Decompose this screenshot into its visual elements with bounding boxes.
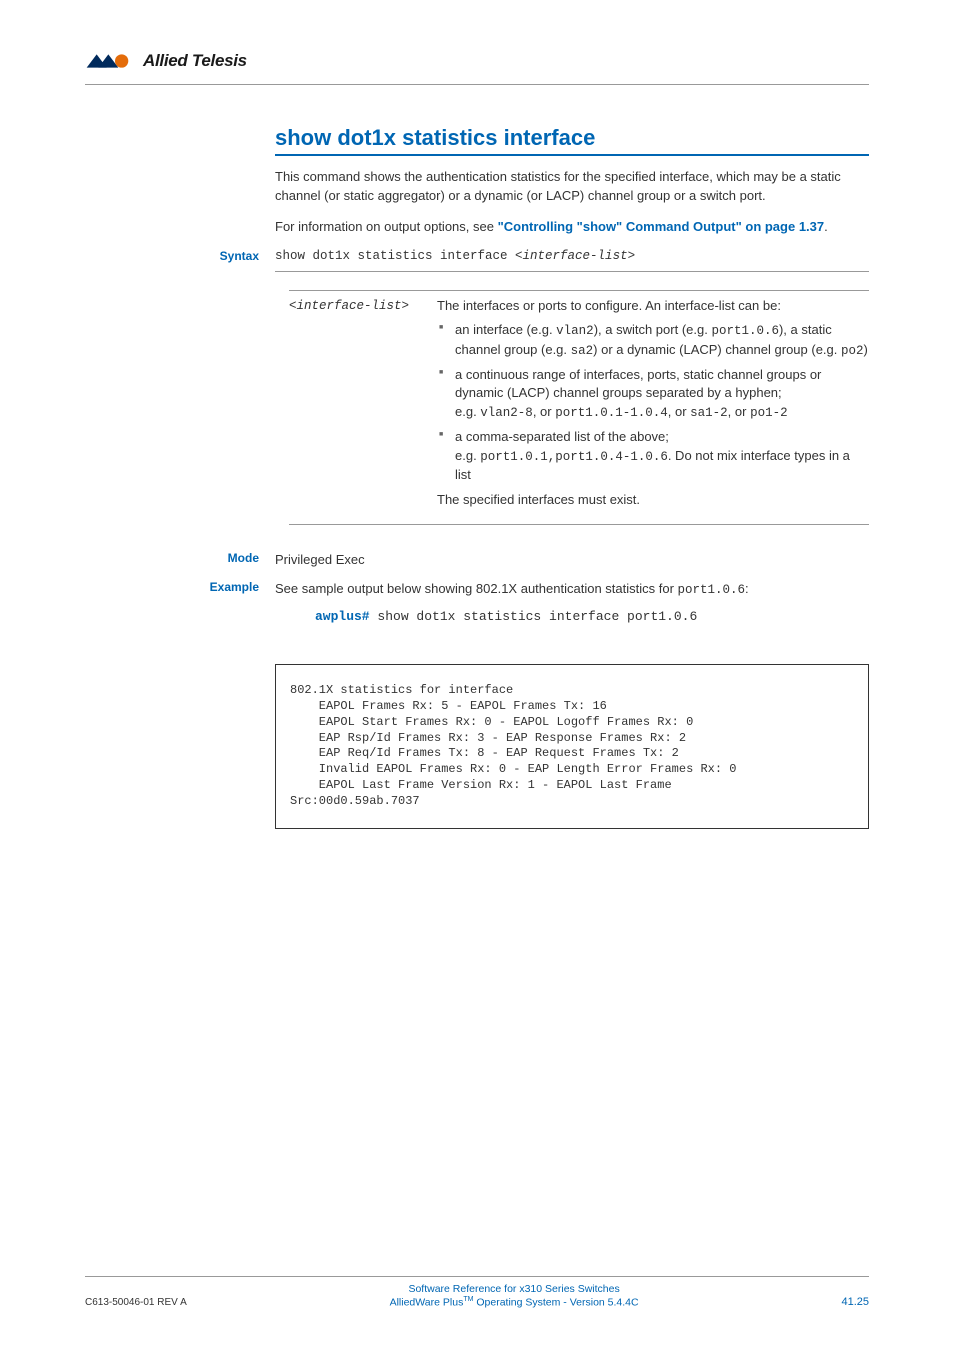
page-header: Allied Telesis bbox=[85, 50, 869, 85]
page-footer: C613-50046-01 REV A Software Reference f… bbox=[85, 1276, 869, 1309]
param-top-rule bbox=[289, 290, 869, 291]
footer-doc-id: C613-50046-01 REV A bbox=[85, 1297, 187, 1308]
syntax-command-arg: <interface-list> bbox=[515, 249, 635, 263]
parameter-table: <interface-list> The interfaces or ports… bbox=[289, 290, 869, 526]
footer-center: Software Reference for x310 Series Switc… bbox=[187, 1283, 842, 1309]
syntax-command-text: show dot1x statistics interface bbox=[275, 249, 515, 263]
example-row: Example See sample output below showing … bbox=[275, 580, 869, 624]
mode-value: Privileged Exec bbox=[275, 551, 869, 570]
output-box: 802.1X statistics for interface EAPOL Fr… bbox=[275, 664, 869, 829]
footer-subtitle: AlliedWare PlusTM Operating System - Ver… bbox=[187, 1296, 842, 1309]
brand-name: Allied Telesis bbox=[143, 51, 247, 71]
intro-paragraph: This command shows the authentication st… bbox=[275, 168, 869, 206]
main-content: show dot1x statistics interface This com… bbox=[275, 125, 869, 829]
param-bullet-3: a comma-separated list of the above; e.g… bbox=[437, 428, 869, 485]
example-command: show dot1x statistics interface port1.0.… bbox=[370, 609, 698, 624]
param-bullet-2: a continuous range of interfaces, ports,… bbox=[437, 366, 869, 423]
param-desc-outro: The specified interfaces must exist. bbox=[437, 491, 869, 510]
info-lead: For information on output options, see bbox=[275, 219, 498, 234]
footer-title: Software Reference for x310 Series Switc… bbox=[187, 1283, 842, 1295]
example-prompt: awplus# bbox=[315, 609, 370, 624]
syntax-command: show dot1x statistics interface <interfa… bbox=[275, 249, 869, 263]
param-bullet-list: an interface (e.g. vlan2), a switch port… bbox=[437, 321, 869, 485]
syntax-label: Syntax bbox=[85, 249, 275, 263]
brand-logo: Allied Telesis bbox=[85, 50, 247, 72]
param-bullet-1: an interface (e.g. vlan2), a switch port… bbox=[437, 321, 869, 359]
allied-telesis-logo-icon bbox=[85, 50, 135, 72]
footer-page-number: 41.25 bbox=[841, 1296, 869, 1308]
example-command-line: awplus# show dot1x statistics interface … bbox=[315, 609, 869, 624]
example-label: Example bbox=[85, 580, 275, 594]
info-tail: . bbox=[824, 219, 828, 234]
mode-label: Mode bbox=[85, 551, 275, 565]
syntax-row: Syntax show dot1x statistics interface <… bbox=[275, 249, 869, 272]
example-intro: See sample output below showing 802.1X a… bbox=[275, 580, 869, 599]
param-name: <interface-list> bbox=[289, 299, 409, 313]
controlling-show-output-link[interactable]: "Controlling "show" Command Output" on p… bbox=[498, 219, 825, 234]
section-title: show dot1x statistics interface bbox=[275, 125, 869, 156]
mode-row: Mode Privileged Exec bbox=[275, 551, 869, 570]
param-desc-intro: The interfaces or ports to configure. An… bbox=[437, 297, 869, 316]
info-paragraph: For information on output options, see "… bbox=[275, 218, 869, 237]
